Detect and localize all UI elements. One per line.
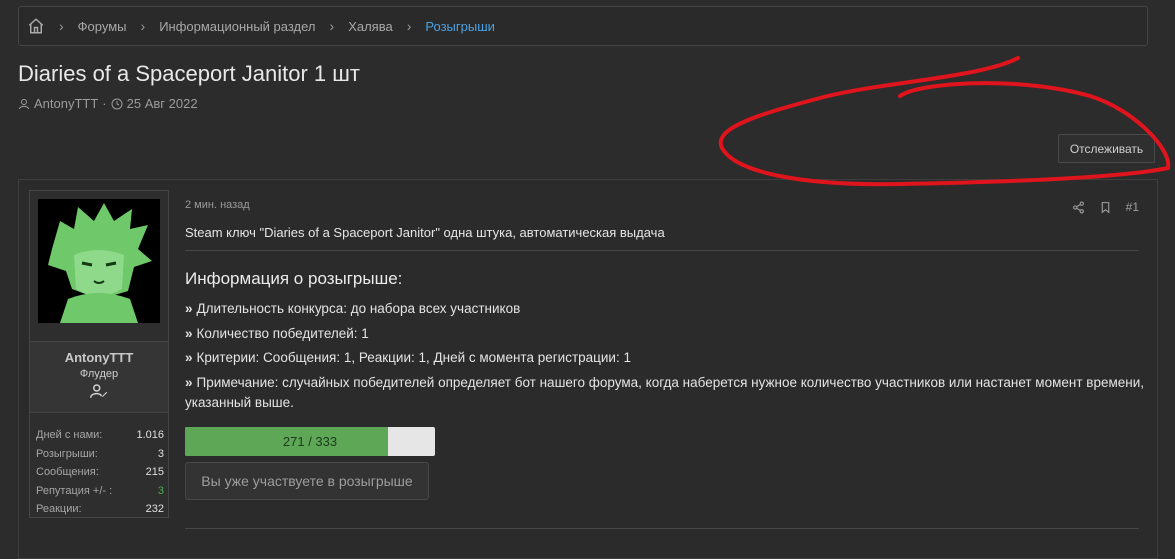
- thread-date[interactable]: 25 Авг 2022: [127, 96, 198, 111]
- info-item: » Примечание: случайных победителей опред…: [185, 374, 1145, 410]
- stat-value: 1.016: [136, 429, 164, 442]
- chevron-right-icon: ›: [406, 18, 412, 34]
- meta-separator: ·: [102, 96, 107, 111]
- stat-value: 232: [145, 503, 164, 516]
- info-list: » Длительность конкурса: до набора всех у…: [185, 299, 1145, 417]
- breadcrumb-item-info-section[interactable]: Информационный раздел: [159, 19, 315, 34]
- breadcrumb-item-freebies[interactable]: Халява: [348, 19, 393, 34]
- user-stats: Дней с нами: 1.016 Розыгрыши: 3 Сообщени…: [36, 426, 164, 519]
- divider: [185, 528, 1139, 529]
- avatar-image: [38, 199, 160, 323]
- thread-title: Diaries of a Spaceport Janitor 1 шт: [18, 61, 360, 86]
- stat-row: Розыгрыши: 3: [36, 445, 164, 464]
- info-title: Информация о розыгрыше:: [185, 269, 403, 288]
- thread-meta: AntonyTTT · 25 Авг 2022: [18, 96, 198, 111]
- progress-text: 271 / 333: [282, 434, 338, 449]
- breadcrumb-item-forums[interactable]: Форумы: [78, 19, 127, 34]
- stat-row: Дней с нами: 1.016: [36, 426, 164, 445]
- info-item: » Длительность конкурса: до набора всех у…: [185, 301, 521, 316]
- home-icon[interactable]: [27, 17, 45, 35]
- breadcrumb: › Форумы › Информационный раздел › Халяв…: [18, 6, 1148, 46]
- stat-label: Розыгрыши:: [36, 447, 98, 460]
- stat-row: Реакции: 232: [36, 500, 164, 519]
- post-lead: Steam ключ "Diaries of a Spaceport Janit…: [185, 225, 665, 240]
- participate-button[interactable]: Вы уже участвуете в розыгрыше: [185, 462, 429, 500]
- chevron-right-icon: ›: [329, 18, 335, 34]
- stat-label: Реакции:: [36, 503, 82, 516]
- user-title: Флудер: [79, 368, 119, 380]
- stat-label: Дней с нами:: [36, 429, 103, 442]
- chevron-right-icon: ›: [59, 18, 64, 34]
- info-item: » Количество победителей: 1: [185, 325, 369, 341]
- clock-icon: [111, 98, 123, 109]
- info-item: » Критерии: Сообщения: 1, Реакции: 1, Дне…: [185, 350, 631, 365]
- user-icon: [19, 98, 29, 109]
- bookmark-icon[interactable]: [1099, 201, 1112, 214]
- stat-value: 215: [145, 466, 164, 479]
- post-time[interactable]: 2 мин. назад: [185, 199, 250, 211]
- progress-bar: 271 / 333: [185, 427, 435, 456]
- username[interactable]: AntonyTTT: [30, 350, 168, 365]
- double-chevron-icon: »: [185, 374, 193, 390]
- double-chevron-icon: »: [185, 350, 193, 365]
- post: AntonyTTT Флудер Дней с нами: 1.016 Розы…: [18, 179, 1158, 559]
- stat-label: Репутация +/- :: [36, 484, 113, 497]
- chevron-right-icon: ›: [140, 18, 146, 34]
- watch-button[interactable]: Отслеживать: [1058, 134, 1155, 163]
- stat-row: Репутация +/- : 3: [36, 482, 164, 501]
- breadcrumb-item-giveaways[interactable]: Розыгрыши: [425, 19, 495, 34]
- divider: [185, 250, 1139, 251]
- post-number[interactable]: #1: [1126, 200, 1139, 214]
- user-panel: AntonyTTT Флудер Дней с нами: 1.016 Розы…: [29, 190, 169, 518]
- share-icon[interactable]: [1072, 201, 1085, 214]
- thread-author[interactable]: AntonyTTT: [34, 96, 98, 111]
- avatar[interactable]: [38, 199, 160, 323]
- double-chevron-icon: »: [185, 301, 193, 316]
- stat-value: 3: [157, 447, 164, 460]
- stat-label: Сообщения:: [36, 466, 99, 479]
- stat-row: Сообщения: 215: [36, 463, 164, 482]
- post-actions: #1: [1072, 200, 1139, 214]
- stat-value: 3: [157, 484, 164, 497]
- user-header: AntonyTTT Флудер: [30, 341, 168, 413]
- user-edit-icon: [30, 383, 168, 404]
- double-chevron-icon: »: [185, 325, 193, 341]
